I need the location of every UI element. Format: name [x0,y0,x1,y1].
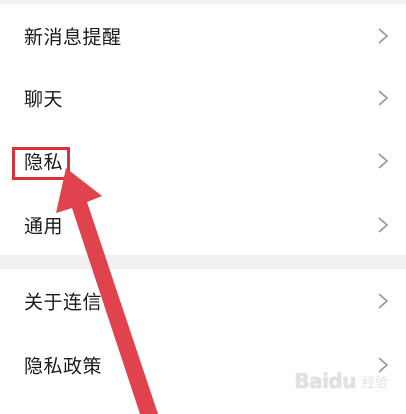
settings-item-label: 关于连信 [24,291,103,314]
highlight-box [12,147,70,180]
chevron-right-icon [378,153,389,169]
watermark-brand: Baidu [294,369,356,393]
settings-item-label: 通用 [24,215,64,238]
chevron-right-icon [378,293,389,309]
chevron-right-icon [378,217,389,233]
settings-item-general[interactable]: 通用 [0,195,406,255]
top-divider [0,0,406,4]
settings-page: 新消息提醒 聊天 隐私 通用 关于连信 隐私政策 Baidu 经验 [0,0,406,414]
settings-item-about[interactable]: 关于连信 [0,271,406,331]
settings-item-label: 新消息提醒 [24,26,122,49]
settings-item-label: 隐私政策 [24,355,103,378]
settings-item-new-message-alert[interactable]: 新消息提醒 [0,6,406,66]
settings-item-label: 聊天 [24,88,64,111]
chevron-right-icon [378,90,389,106]
settings-item-chat[interactable]: 聊天 [0,68,406,128]
watermark-suffix: 经验 [361,375,388,391]
section-divider [0,255,406,269]
baidu-watermark: Baidu 经验 [294,368,388,394]
chevron-right-icon [378,28,389,44]
